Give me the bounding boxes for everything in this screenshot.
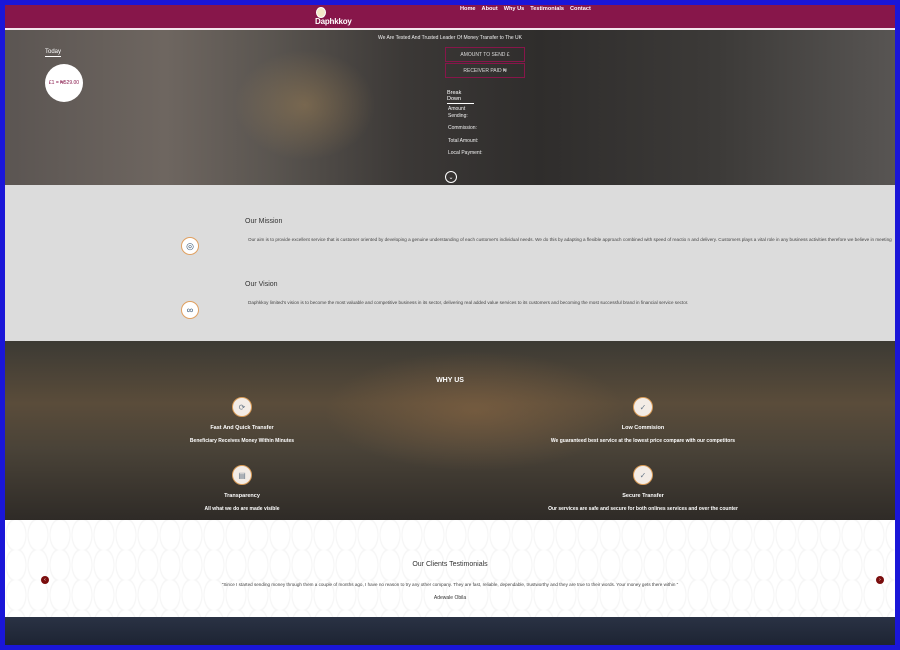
breakdown-total: Total Amount: (448, 138, 479, 144)
breakdown-heading: Break Down (447, 90, 474, 104)
breakdown-local-payment: Local Payment: (448, 150, 483, 156)
why-us-title: WHY US (436, 377, 464, 384)
why-item-text: We guaranteed best service at the lowest… (550, 438, 736, 444)
breakdown-commission: Commission: (448, 125, 477, 131)
testimonial-quote: "Since I started sending money through t… (221, 582, 679, 587)
testimonial-author: Adewale Obila (433, 595, 467, 601)
document-icon: ▤ (232, 465, 252, 485)
why-us-background (325, 351, 625, 471)
today-label: Today (45, 49, 62, 57)
footer-strip (5, 617, 895, 645)
navbar: Daphkkoy Home About Why Us Testimonials … (5, 5, 895, 30)
chevron-down-icon[interactable]: ⌄ (445, 171, 457, 183)
vision-text: Daphkkoy limited's vision is to become t… (248, 300, 689, 305)
mission-title: Our Mission (245, 218, 283, 225)
testimonials-title: Our Clients Testimonials (412, 561, 488, 568)
fast-transfer-icon: ⟳ (232, 397, 252, 417)
mission-text: Our aim is to provide excellent service … (248, 237, 893, 242)
nav-why-us[interactable]: Why Us (504, 6, 525, 12)
brand-name[interactable]: Daphkkoy (315, 17, 352, 26)
hero-section: We Are Tested And Trusted Leader Of Mone… (5, 30, 895, 185)
why-item-title: Transparency (224, 493, 260, 499)
why-item-title: Secure Transfer (622, 493, 664, 499)
exchange-rate-text: £1 = ₦529.00 (48, 80, 80, 86)
why-item-text: Beneficiary Receives Money Within Minute… (189, 438, 295, 444)
glasses-icon: ∞ (181, 301, 199, 319)
breakdown-sending: Sending: (448, 113, 468, 119)
mission-section: ◎ Our Mission Our aim is to provide exce… (5, 185, 895, 341)
page-frame: Daphkkoy Home About Why Us Testimonials … (5, 5, 895, 645)
nav-home[interactable]: Home (460, 6, 476, 12)
hero-tagline: We Are Tested And Trusted Leader Of Mone… (378, 35, 522, 41)
nav-testimonials[interactable]: Testimonials (530, 6, 564, 12)
why-item-title: Low Commision (621, 425, 665, 431)
hero-background-glow (235, 50, 375, 160)
breakdown-amount: Amount (448, 106, 466, 112)
testimonials-section: ‹ › Our Clients Testimonials "Since I st… (5, 520, 895, 617)
why-item-text: All what we do are made visible (204, 506, 280, 512)
exchange-rate-badge: £1 = ₦529.00 (45, 64, 83, 102)
nav-about[interactable]: About (482, 6, 498, 12)
nav-contact[interactable]: Contact (570, 6, 591, 12)
secure-shield-icon: ✓ (633, 465, 653, 485)
shield-icon: ✓ (633, 397, 653, 417)
why-us-section: WHY US ⟳ Fast And Quick Transfer Benefic… (5, 341, 895, 520)
vision-title: Our Vision (245, 281, 278, 288)
why-item-text: Our services are safe and secure for bot… (548, 506, 738, 512)
receiver-paid-field[interactable]: RECEIVER PAID ₦ (445, 63, 525, 78)
main-nav: Home About Why Us Testimonials Contact (460, 6, 591, 12)
amount-to-send-field[interactable]: AMOUNT TO SEND £ (445, 47, 525, 62)
why-item-title: Fast And Quick Transfer (210, 425, 274, 431)
target-icon: ◎ (181, 237, 199, 255)
